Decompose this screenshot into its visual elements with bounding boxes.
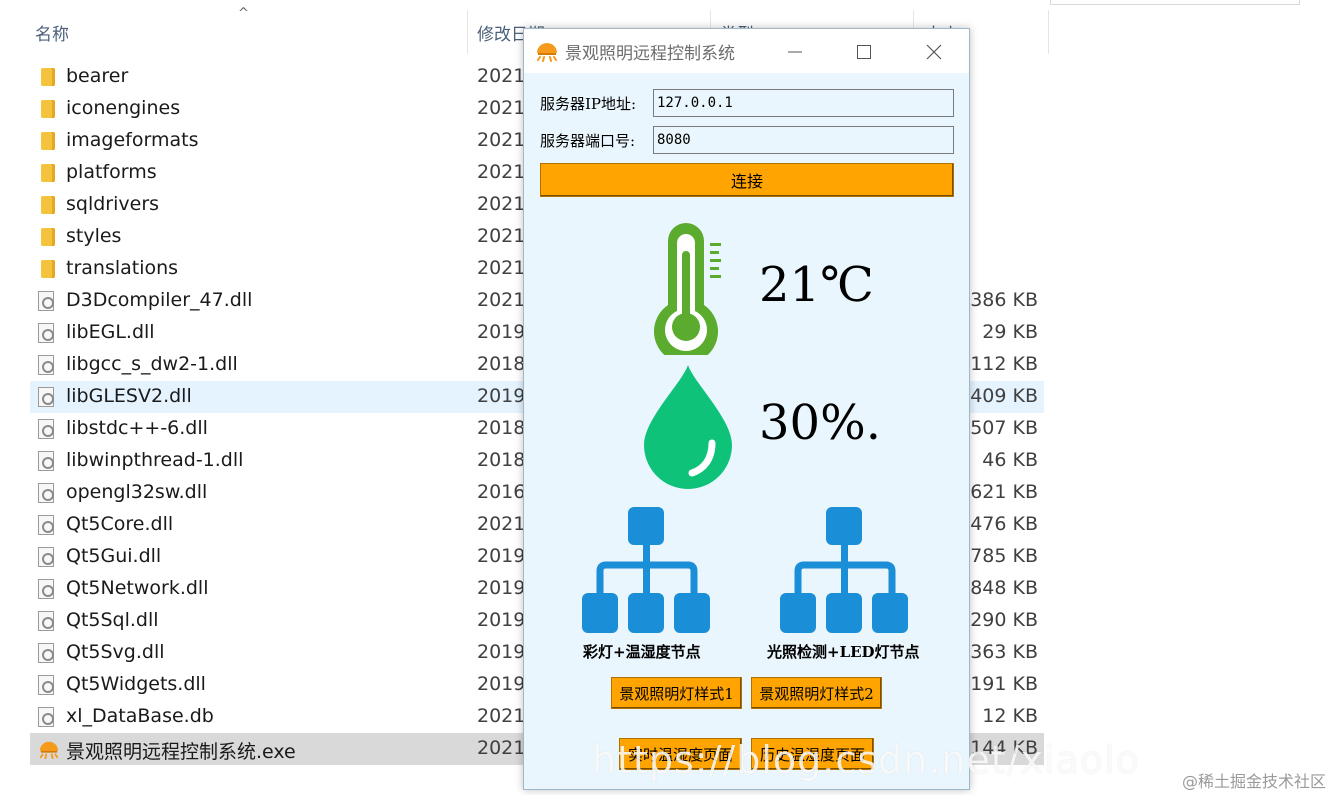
port-label: 服务器端口号: — [540, 132, 636, 150]
file-size: ,507 KB — [964, 417, 1038, 439]
network-node-icon — [582, 507, 710, 633]
maximize-button[interactable] — [841, 35, 887, 69]
node2-label: 光照检测+LED灯节点 — [767, 643, 920, 661]
folder-icon — [38, 227, 56, 247]
dll-file-icon — [38, 611, 56, 631]
minimize-icon — [788, 51, 802, 53]
window-title: 景观照明远程控制系统 — [565, 44, 735, 64]
close-button[interactable] — [911, 35, 957, 69]
dll-file-icon — [38, 483, 56, 503]
file-name: libwinpthread-1.dll — [66, 449, 244, 471]
folder-icon — [38, 99, 56, 119]
humidity-value: 30%. — [759, 395, 881, 451]
file-name: Qt5Core.dll — [66, 513, 174, 535]
file-name: Qt5Widgets.dll — [66, 673, 206, 695]
title-bar[interactable]: 景观照明远程控制系统 — [524, 29, 969, 73]
file-name: sqldrivers — [66, 193, 160, 215]
file-name: Qt5Network.dll — [66, 577, 209, 599]
maximize-icon — [857, 45, 871, 59]
lamp-app-icon — [38, 739, 59, 759]
port-input[interactable]: 8080 — [653, 126, 954, 154]
dll-file-icon — [38, 643, 56, 663]
file-size: 290 KB — [970, 609, 1038, 631]
dll-file-icon — [38, 707, 56, 727]
connect-button[interactable]: 连接 — [540, 163, 954, 197]
node1-label: 彩灯+温湿度节点 — [583, 643, 701, 661]
file-name: Qt5Sql.dll — [66, 609, 159, 631]
file-name: imageformats — [66, 129, 199, 151]
folder-icon — [38, 259, 56, 279]
light-style1-button[interactable]: 景观照明灯样式1 — [611, 677, 742, 709]
temperature-value: 21℃ — [759, 257, 874, 313]
file-name: opengl32sw.dll — [66, 481, 208, 503]
file-name: styles — [66, 225, 122, 247]
file-size: 12 KB — [982, 705, 1038, 727]
ip-input[interactable]: 127.0.0.1 — [653, 89, 954, 117]
light-style2-button[interactable]: 景观照明灯样式2 — [751, 677, 882, 709]
column-header-name[interactable]: 名称 — [35, 10, 69, 54]
dll-file-icon — [38, 355, 56, 375]
thermometer-icon — [654, 223, 721, 355]
minimize-button[interactable] — [772, 35, 818, 69]
dll-file-icon — [38, 515, 56, 535]
sort-caret-icon: ^ — [238, 6, 249, 21]
file-size: ,848 KB — [964, 577, 1038, 599]
site-watermark: @稀土掘金技术社区 — [1181, 772, 1326, 791]
file-name: bearer — [66, 65, 129, 87]
folder-icon — [38, 67, 56, 87]
folder-icon — [38, 195, 56, 215]
column-separator[interactable] — [1048, 10, 1049, 54]
file-size: 112 KB — [970, 353, 1038, 375]
file-name: libstdc++-6.dll — [66, 417, 208, 439]
dll-file-icon — [38, 675, 56, 695]
humidity-drop-icon — [644, 365, 732, 489]
app-window: 景观照明远程控制系统 服务器IP地址: 127.0.0.1 服务器端口号: 80… — [523, 28, 970, 790]
close-icon — [926, 44, 942, 60]
folder-icon — [38, 131, 56, 151]
dll-file-icon — [38, 387, 56, 407]
file-name: D3Dcompiler_47.dll — [66, 289, 253, 311]
screen: ^ 名称 修改日期 类型 大小 bearer2021/iconengines20… — [0, 0, 1334, 795]
file-name: translations — [66, 257, 179, 279]
file-name: libEGL.dll — [66, 321, 155, 343]
file-size: 363 KB — [970, 641, 1038, 663]
file-name: libgcc_s_dw2-1.dll — [66, 353, 238, 375]
file-size: 29 KB — [982, 321, 1038, 343]
network-node-icon — [780, 507, 908, 633]
dll-file-icon — [38, 419, 56, 439]
dll-file-icon — [38, 547, 56, 567]
folder-icon — [38, 163, 56, 183]
dll-file-icon — [38, 579, 56, 599]
file-name: 景观照明远程控制系统.exe — [66, 741, 296, 763]
dll-file-icon — [38, 323, 56, 343]
dll-file-icon — [38, 451, 56, 471]
search-box[interactable] — [1050, 0, 1300, 5]
file-name: Qt5Gui.dll — [66, 545, 162, 567]
column-separator[interactable] — [467, 10, 468, 54]
file-name: libGLESV2.dll — [66, 385, 192, 407]
lamp-app-icon — [537, 43, 557, 62]
ip-label: 服务器IP地址: — [540, 95, 637, 113]
dll-file-icon — [38, 291, 56, 311]
file-name: iconengines — [66, 97, 181, 119]
file-size: 46 KB — [982, 449, 1038, 471]
file-name: Qt5Svg.dll — [66, 641, 165, 663]
url-watermark: https://blog.csdn.net/xiaolo — [592, 738, 1140, 782]
file-name: platforms — [66, 161, 157, 183]
file-name: xl_DataBase.db — [66, 705, 214, 727]
